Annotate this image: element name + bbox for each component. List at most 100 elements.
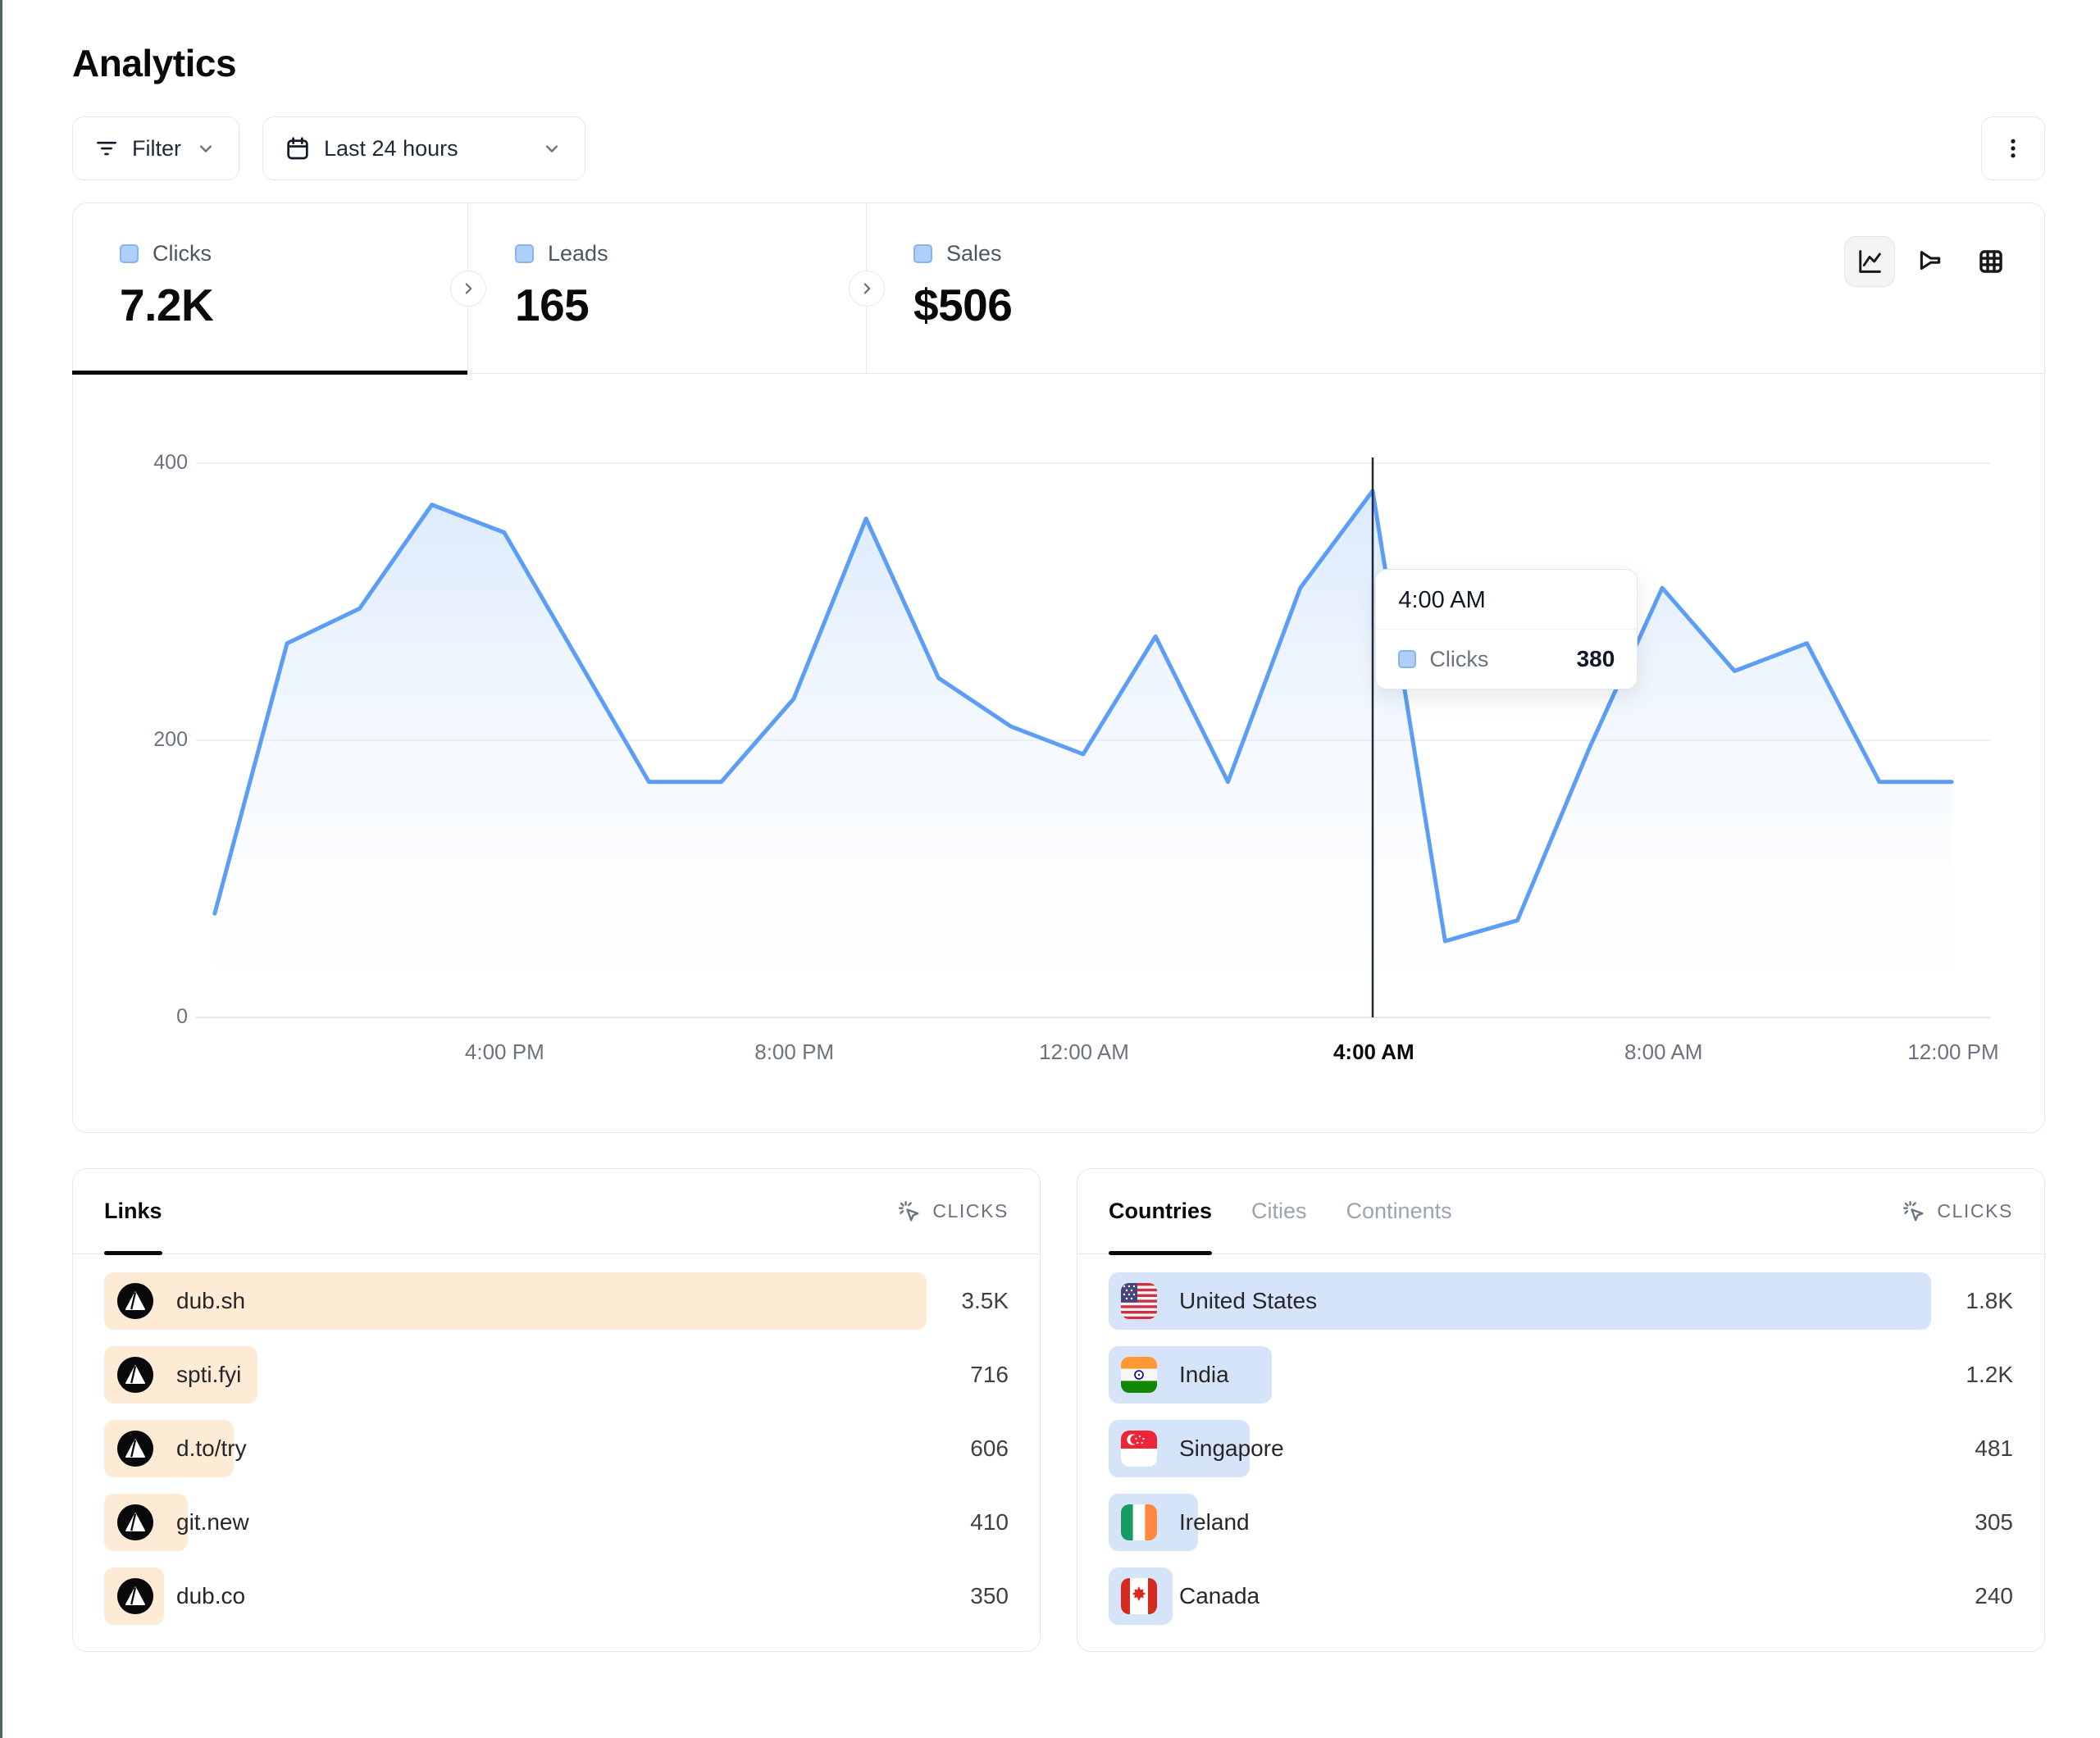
tab-cities[interactable]: Cities (1251, 1169, 1307, 1253)
series-marker-icon (120, 244, 139, 263)
list-item[interactable]: Canada240 (1109, 1567, 2013, 1625)
chart-tooltip: 4:00 AM Clicks 380 (1375, 569, 1638, 689)
series-marker-icon (515, 244, 534, 263)
stat-label-row: Clicks (120, 241, 467, 266)
row-content: India (1109, 1357, 1229, 1393)
list-item[interactable]: d.to/try 606 (104, 1420, 1009, 1477)
countries-card-header: Countries Cities Continents CLICKS (1077, 1169, 2044, 1254)
calendar-icon (285, 135, 311, 162)
row-content: spti.fyi (104, 1356, 241, 1394)
stat-label: Leads (548, 241, 608, 266)
flag-ca-icon (1121, 1578, 1157, 1614)
countries-card-tabs: Countries Cities Continents (1109, 1169, 1452, 1253)
row-value: 305 (1975, 1509, 2013, 1536)
page-content: Analytics Filter Last 24 hours (2, 0, 2100, 1652)
line-chart-toggle[interactable] (1844, 236, 1895, 287)
row-label: Ireland (1179, 1509, 1250, 1536)
tab-leads[interactable]: Leads 165 (468, 203, 867, 373)
row-value: 606 (970, 1435, 1009, 1462)
x-axis-label: 12:00 PM (1907, 1040, 1998, 1065)
row-value: 481 (1975, 1435, 2013, 1462)
stat-label-row: Leads (515, 241, 866, 266)
tab-countries[interactable]: Countries (1109, 1169, 1212, 1253)
list-item[interactable]: Ireland 305 (1109, 1494, 2013, 1551)
list-item[interactable]: United States 1.8K (1109, 1272, 2013, 1330)
row-content: dub.sh (104, 1282, 245, 1320)
controls-row: Filter Last 24 hours (72, 116, 2045, 180)
flag-us-icon (1121, 1283, 1157, 1319)
tooltip-value: 380 (1577, 646, 1615, 672)
funnel-toggle[interactable] (1905, 236, 1956, 287)
list-item[interactable]: dub.sh3.5K (104, 1272, 1009, 1330)
row-content: git.new (104, 1504, 249, 1541)
analytics-page: Analytics Filter Last 24 hours (0, 0, 2100, 1738)
flag-sg-icon (1121, 1431, 1157, 1467)
row-label: git.new (176, 1509, 249, 1536)
row-value: 410 (970, 1509, 1009, 1536)
x-axis-label: 12:00 AM (1039, 1040, 1129, 1065)
dub-logo-icon (116, 1577, 154, 1615)
row-value: 350 (970, 1583, 1009, 1609)
row-label: Singapore (1179, 1435, 1284, 1462)
x-axis-label: 4:00 PM (465, 1040, 544, 1065)
list-item[interactable]: India 1.2K (1109, 1346, 2013, 1404)
tooltip-time: 4:00 AM (1376, 570, 1637, 630)
dub-logo-icon (116, 1282, 154, 1320)
filter-button[interactable]: Filter (72, 116, 239, 180)
row-content: United States (1109, 1283, 1317, 1319)
tab-clicks[interactable]: Clicks 7.2K (73, 203, 468, 373)
pointer-click-icon (897, 1199, 922, 1224)
stat-label: Clicks (153, 241, 212, 266)
links-card-header: Links CLICKS (73, 1169, 1040, 1254)
row-label: United States (1179, 1288, 1317, 1314)
tooltip-series-row: Clicks 380 (1376, 630, 1637, 689)
x-axis-label: 4:00 AM (1333, 1040, 1414, 1065)
table-toggle[interactable] (1966, 236, 2016, 287)
row-content: d.to/try (104, 1430, 247, 1467)
area-chart (73, 374, 2044, 1132)
x-axis-label: 8:00 PM (754, 1040, 834, 1065)
more-options-button[interactable] (1981, 116, 2045, 180)
row-content: Singapore (1109, 1431, 1284, 1467)
funnel-icon (1916, 248, 1944, 275)
row-content: Ireland (1109, 1504, 1250, 1540)
breakdown-cards: Links CLICKS dub.sh3.5K spti.fyi 716 d.to/t… (72, 1168, 2045, 1652)
filter-button-label: Filter (132, 136, 181, 162)
tab-continents[interactable]: Continents (1346, 1169, 1452, 1253)
tab-links[interactable]: Links (104, 1169, 162, 1253)
row-label: d.to/try (176, 1435, 247, 1462)
chevron-down-icon (194, 137, 217, 160)
list-item[interactable]: git.new 410 (104, 1494, 1009, 1551)
metric-label: CLICKS (1937, 1200, 2013, 1222)
row-content: dub.co (104, 1577, 245, 1615)
stat-value: 165 (515, 279, 866, 331)
tab-sales[interactable]: Sales $506 (867, 203, 2044, 373)
analytics-chart-card: Clicks 7.2K Leads 165 Sales $ (72, 202, 2045, 1133)
dub-logo-icon (116, 1430, 154, 1467)
y-axis-label: 400 (89, 451, 188, 475)
date-range-button[interactable]: Last 24 hours (262, 116, 585, 180)
list-item[interactable]: dub.co 350 (104, 1567, 1009, 1625)
pointer-click-icon (1902, 1199, 1926, 1224)
row-value: 1.2K (1966, 1362, 2013, 1388)
chevron-right-icon[interactable] (849, 271, 885, 307)
list-item[interactable]: spti.fyi 716 (104, 1346, 1009, 1404)
row-value: 716 (970, 1362, 1009, 1388)
chevron-down-icon (540, 137, 563, 160)
page-title: Analytics (72, 41, 2045, 85)
y-axis-label: 200 (89, 728, 188, 752)
stat-label: Sales (946, 241, 1002, 266)
row-label: India (1179, 1362, 1229, 1388)
clicks-time-series-chart[interactable]: 0200400 4:00 PM8:00 PM12:00 AM4:00 AM8:0… (73, 374, 2044, 1132)
row-value: 1.8K (1966, 1288, 2013, 1314)
metric-selector[interactable]: CLICKS (1902, 1199, 2013, 1224)
y-axis-label: 0 (89, 1005, 188, 1029)
tooltip-series-label: Clicks (1429, 647, 1488, 672)
metric-selector[interactable]: CLICKS (897, 1199, 1009, 1224)
chevron-right-icon[interactable] (450, 271, 486, 307)
links-card-tabs: Links (104, 1169, 162, 1253)
series-marker-icon (1398, 650, 1416, 668)
countries-list: United States 1.8K India 1.2K Singapore 481 Ir… (1077, 1254, 2044, 1625)
list-item[interactable]: Singapore 481 (1109, 1420, 2013, 1477)
kebab-menu-icon (2001, 136, 2025, 161)
